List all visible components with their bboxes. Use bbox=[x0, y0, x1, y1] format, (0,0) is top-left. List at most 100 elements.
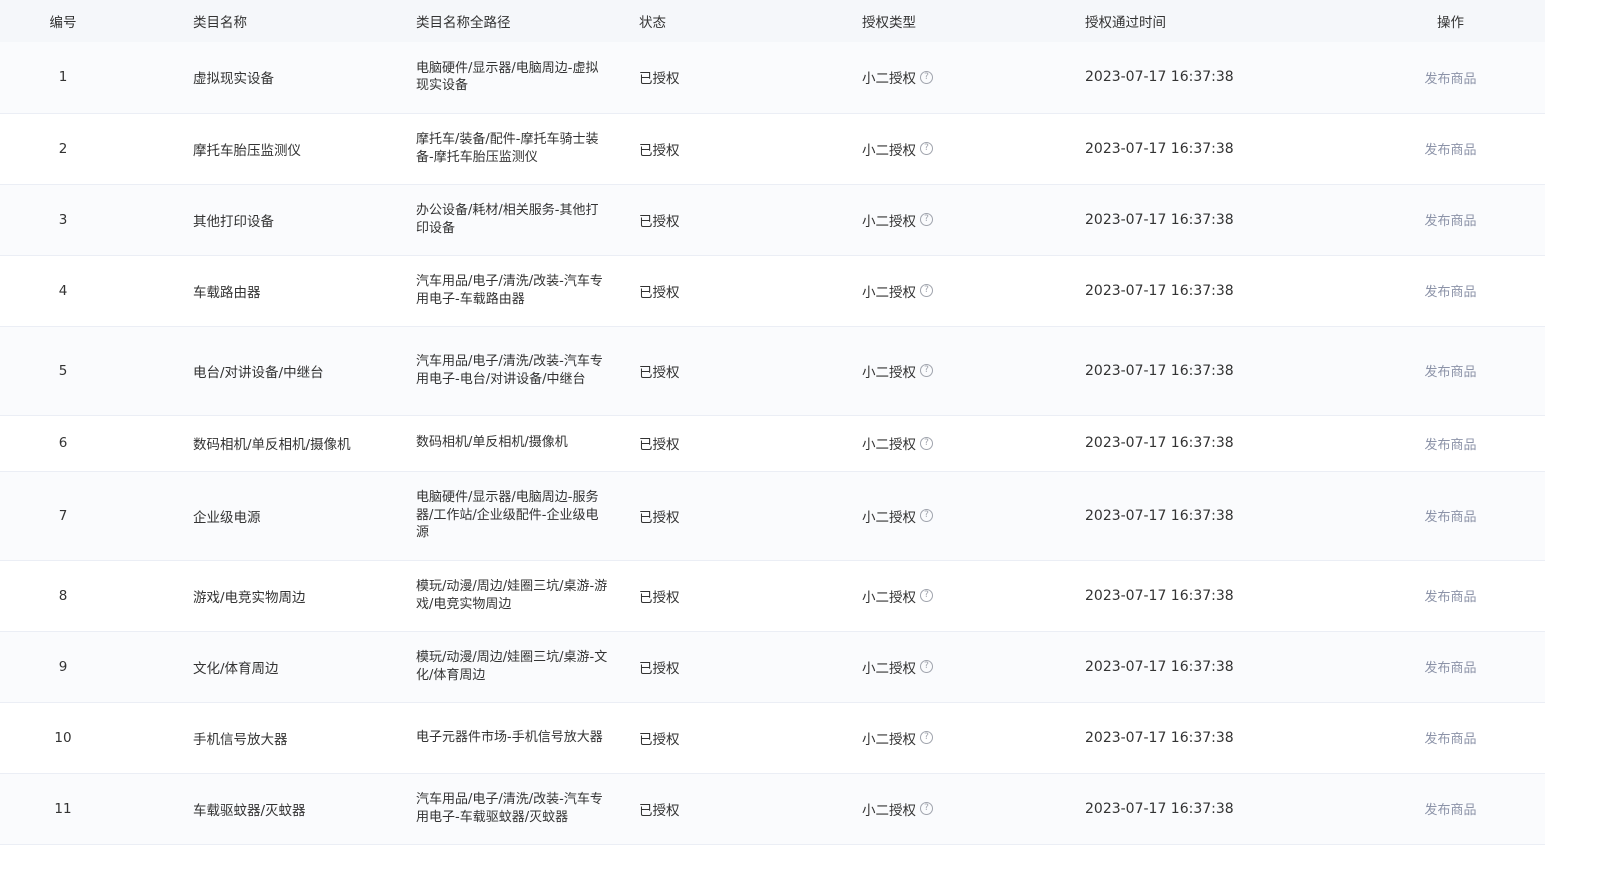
publish-product-link[interactable]: 发布商品 bbox=[1424, 143, 1476, 158]
publish-product-link[interactable]: 发布商品 bbox=[1424, 285, 1476, 300]
cell-path: 汽车用品/电子/清洗/改装-汽车专用电子-车载路由器 bbox=[416, 274, 603, 307]
cell-status: 已授权 bbox=[639, 731, 680, 748]
question-circle-icon[interactable]: ? bbox=[920, 802, 933, 815]
cell-id: 1 bbox=[58, 69, 68, 86]
auth-type-label: 小二授权 bbox=[862, 71, 916, 88]
cell-path: 汽车用品/电子/清洗/改装-汽车专用电子-车载驱蚊器/灭蚊器 bbox=[416, 792, 603, 825]
cell-status: 已授权 bbox=[639, 437, 680, 453]
cell-auth-type: 小二授权? bbox=[862, 773, 1085, 844]
auth-type-label: 小二授权 bbox=[862, 364, 916, 381]
cell-name: 车载驱蚊器/灭蚊器 bbox=[193, 802, 306, 819]
question-circle-icon[interactable]: ? bbox=[920, 660, 933, 673]
cell-action: 发布商品 bbox=[1325, 326, 1546, 415]
cell-action: 发布商品 bbox=[1325, 702, 1546, 773]
cell-path: 电脑硬件/显示器/电脑周边-虚拟现实设备 bbox=[416, 60, 599, 94]
table-row: 7 企业级电源 电脑硬件/显示器/电脑周边-服务器/工作站/企业级配件-企业级电源 已… bbox=[0, 471, 1546, 560]
question-circle-icon[interactable]: ? bbox=[920, 70, 933, 84]
cell-auth-type: 小二授权? bbox=[862, 415, 1085, 471]
auth-type-label: 小二授权 bbox=[862, 731, 916, 748]
cell-auth-type: 小二授权? bbox=[862, 255, 1085, 326]
auth-type-label: 小二授权 bbox=[862, 589, 916, 606]
cell-status: 已授权 bbox=[639, 364, 680, 381]
publish-product-link[interactable]: 发布商品 bbox=[1424, 732, 1476, 747]
header-status: 状态 bbox=[639, 15, 666, 31]
cell-status: 已授权 bbox=[639, 284, 680, 301]
cell-auth-time: 2023-07-17 16:37:38 bbox=[1085, 362, 1234, 379]
publish-product-link[interactable]: 发布商品 bbox=[1424, 72, 1476, 87]
question-circle-icon[interactable]: ? bbox=[920, 284, 933, 297]
cell-auth-time: 2023-07-17 16:37:38 bbox=[1085, 69, 1234, 86]
cell-status: 已授权 bbox=[639, 509, 680, 526]
cell-name: 摩托车胎压监测仪 bbox=[193, 142, 301, 159]
auth-type-label: 小二授权 bbox=[862, 802, 916, 819]
question-circle-icon[interactable]: ? bbox=[920, 436, 933, 450]
cell-name: 数码相机/单反相机/摄像机 bbox=[193, 437, 351, 453]
publish-product-link[interactable]: 发布商品 bbox=[1424, 590, 1476, 605]
cell-name: 车载路由器 bbox=[193, 284, 261, 301]
cell-status: 已授权 bbox=[639, 802, 680, 819]
auth-type-label: 小二授权 bbox=[862, 142, 916, 159]
table-row: 5 电台/对讲设备/中继台 汽车用品/电子/清洗/改装-汽车专用电子-电台/对讲设备… bbox=[0, 326, 1546, 415]
auth-type-wrap: 小二授权? bbox=[862, 433, 933, 453]
question-circle-icon[interactable]: ? bbox=[920, 509, 933, 522]
auth-type-wrap: 小二授权? bbox=[862, 728, 933, 748]
cell-id: 3 bbox=[58, 211, 68, 228]
cell-path: 汽车用品/电子/清洗/改装-汽车专用电子-电台/对讲设备/中继台 bbox=[416, 354, 603, 387]
cell-path: 摩托车/装备/配件-摩托车骑士装备-摩托车胎压监测仪 bbox=[416, 132, 599, 165]
cell-name: 文化/体育周边 bbox=[193, 660, 279, 677]
auth-type-wrap: 小二授权? bbox=[862, 67, 933, 87]
table-row: 10 手机信号放大器 电子元器件市场-手机信号放大器 已授权 小二授权? 2023-07-… bbox=[0, 702, 1546, 773]
question-circle-icon[interactable]: ? bbox=[920, 589, 933, 602]
cell-auth-time: 2023-07-17 16:37:38 bbox=[1085, 282, 1234, 299]
cell-id: 9 bbox=[58, 658, 68, 675]
cell-auth-type: 小二授权? bbox=[862, 184, 1085, 255]
auth-type-wrap: 小二授权? bbox=[862, 281, 933, 301]
table-row: 3 其他打印设备 办公设备/耗材/相关服务-其他打印设备 已授权 小二授权? 2023-0… bbox=[0, 184, 1546, 255]
cell-name: 电台/对讲设备/中继台 bbox=[193, 364, 324, 381]
cell-auth-time: 2023-07-17 16:37:38 bbox=[1085, 658, 1234, 675]
header-action: 操作 bbox=[1437, 15, 1464, 31]
question-circle-icon[interactable]: ? bbox=[920, 731, 933, 744]
category-auth-table-container: 编号 类目名称 类目名称全路径 状态 授权类型 授权通过时间 操作 1 虚拟现实设… bbox=[0, 0, 1546, 869]
cell-name: 虚拟现实设备 bbox=[193, 71, 274, 88]
cell-status: 已授权 bbox=[639, 213, 680, 230]
cell-auth-time: 2023-07-17 16:37:38 bbox=[1085, 729, 1234, 746]
cell-id: 6 bbox=[58, 435, 68, 451]
cell-action: 发布商品 bbox=[1325, 631, 1546, 702]
question-circle-icon[interactable]: ? bbox=[920, 364, 933, 377]
header-id: 编号 bbox=[49, 15, 77, 31]
table-row: 11 车载驱蚊器/灭蚊器 汽车用品/电子/清洗/改装-汽车专用电子-车载驱蚊器/灭蚊… bbox=[0, 773, 1546, 844]
publish-product-link[interactable]: 发布商品 bbox=[1424, 214, 1476, 229]
table-row: 8 游戏/电竞实物周边 模玩/动漫/周边/娃圈三坑/桌游-游戏/电竞实物周边 已授权 小… bbox=[0, 560, 1546, 631]
cell-status: 已授权 bbox=[639, 71, 680, 88]
publish-product-link[interactable]: 发布商品 bbox=[1424, 438, 1476, 453]
cell-path: 模玩/动漫/周边/娃圈三坑/桌游-文化/体育周边 bbox=[416, 650, 608, 683]
question-circle-icon[interactable]: ? bbox=[920, 213, 933, 226]
auth-type-label: 小二授权 bbox=[862, 509, 916, 526]
auth-type-wrap: 小二授权? bbox=[862, 799, 933, 819]
question-circle-icon[interactable]: ? bbox=[920, 142, 933, 155]
auth-type-label: 小二授权 bbox=[862, 284, 916, 301]
cell-id: 4 bbox=[58, 282, 68, 299]
cell-auth-time: 2023-07-17 16:37:38 bbox=[1085, 140, 1234, 157]
cell-path: 办公设备/耗材/相关服务-其他打印设备 bbox=[416, 203, 599, 236]
publish-product-link[interactable]: 发布商品 bbox=[1424, 510, 1476, 525]
cell-action: 发布商品 bbox=[1325, 255, 1546, 326]
publish-product-link[interactable]: 发布商品 bbox=[1424, 803, 1476, 818]
auth-type-label: 小二授权 bbox=[862, 660, 916, 677]
publish-product-link[interactable]: 发布商品 bbox=[1424, 661, 1476, 676]
cell-status: 已授权 bbox=[639, 589, 680, 606]
publish-product-link[interactable]: 发布商品 bbox=[1424, 365, 1476, 380]
cell-name: 手机信号放大器 bbox=[193, 731, 288, 748]
table-row: 2 摩托车胎压监测仪 摩托车/装备/配件-摩托车骑士装备-摩托车胎压监测仪 已授权 小二… bbox=[0, 113, 1546, 184]
table-row: 6 数码相机/单反相机/摄像机 数码相机/单反相机/摄像机 已授权 小二授权? 2023-… bbox=[0, 415, 1546, 471]
auth-type-label: 小二授权 bbox=[862, 437, 916, 453]
table-row: 4 车载路由器 汽车用品/电子/清洗/改装-汽车专用电子-车载路由器 已授权 小二授权?… bbox=[0, 255, 1546, 326]
cell-id: 11 bbox=[54, 800, 72, 817]
header-auth-type: 授权类型 bbox=[862, 15, 916, 31]
auth-type-label: 小二授权 bbox=[862, 213, 916, 230]
cell-action: 发布商品 bbox=[1325, 42, 1546, 113]
table-body: 1 虚拟现实设备 电脑硬件/显示器/电脑周边-虚拟现实设备 已授权 小二授权? 2023-… bbox=[0, 42, 1546, 844]
auth-type-wrap: 小二授权? bbox=[862, 586, 933, 606]
table-header-row: 编号 类目名称 类目名称全路径 状态 授权类型 授权通过时间 操作 bbox=[0, 0, 1546, 42]
